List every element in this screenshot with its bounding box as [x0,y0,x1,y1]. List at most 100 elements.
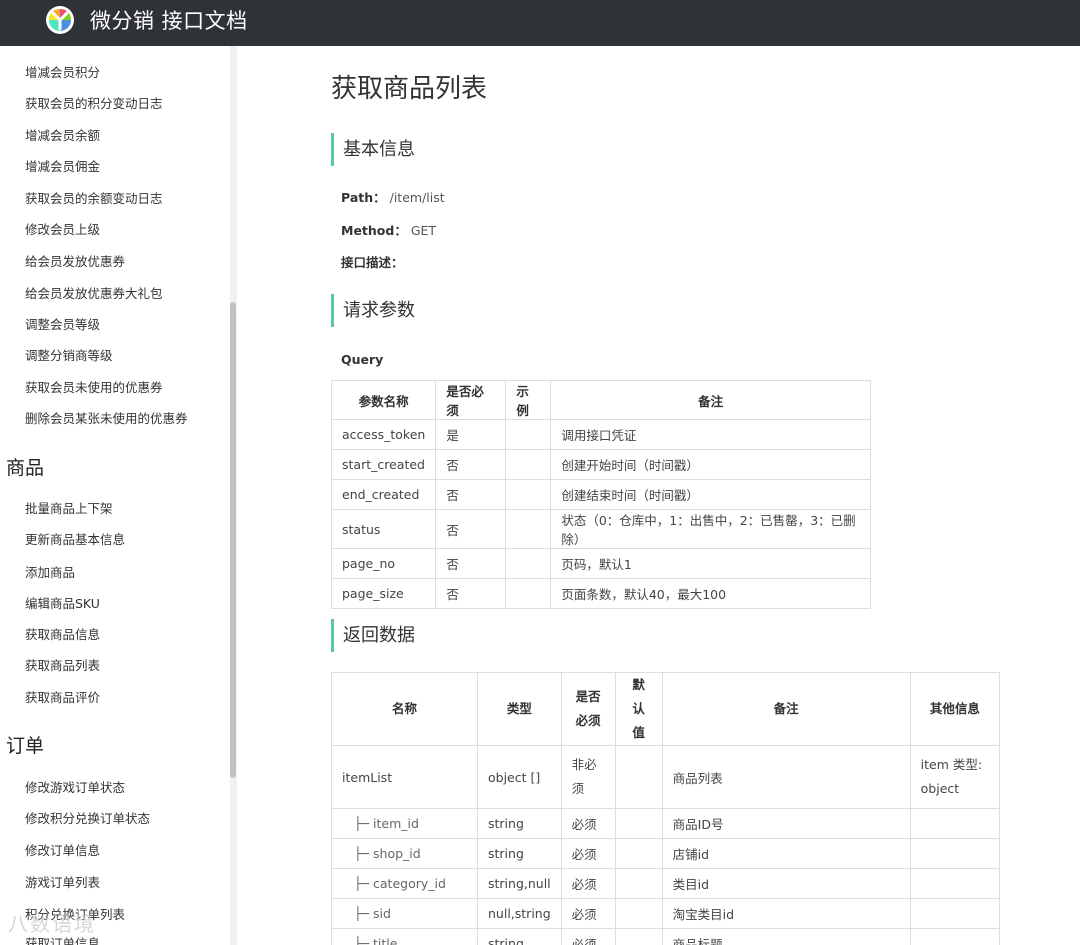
table-cell: 必须 [560,838,616,869]
table-cell: 非必须 [560,745,616,809]
sidebar-scrollbar-thumb[interactable] [230,302,236,778]
method-value: GET [410,223,437,238]
table-cell: 商品ID号 [661,808,911,839]
column-header: 类型 [477,672,562,746]
sidebar-item[interactable]: 修改会员上级 [25,222,100,238]
table-cell [909,808,1001,839]
table-cell [505,578,552,609]
column-header: 参数名称 [330,380,437,420]
sidebar-item[interactable]: 获取会员未使用的优惠券 [25,380,163,396]
table-cell [614,808,663,839]
table-cell: object [] [477,745,562,809]
sidebar-nav: 增减会员积分 获取会员的积分变动日志 增减会员余额 增减会员佣金 获取会员的余额… [0,46,237,945]
column-header: 默认值 [614,672,663,746]
sidebar-item[interactable]: 调整会员等级 [25,317,100,333]
column-header: 其他信息 [909,672,1001,746]
sidebar-item[interactable]: 增减会员积分 [25,65,100,81]
table-cell: 否 [435,449,507,480]
table-cell: 创建开始时间（时间戳） [550,449,871,480]
table-cell: 状态（0：仓库中，1：出售中，2：已售罄，3：已删除） [550,509,871,549]
table-cell: page_no [330,548,437,579]
table-cell: 淘宝类目id [661,898,911,929]
table-cell: 商品标题 [661,928,911,945]
table-row: start_created 否 创建开始时间（时间戳） [330,449,871,480]
table-cell [909,868,1001,899]
sidebar-item[interactable]: 删除会员某张未使用的优惠券 [25,411,188,427]
request-params-table: 参数名称 是否必须 示例 备注 access_token 是 调用接口凭证 st… [330,380,871,609]
table-cell: access_token [330,419,437,450]
table-row: itemList object [] 非必须 商品列表 item 类型: obj… [331,745,1001,809]
sidebar-item[interactable]: 添加商品 [25,565,75,581]
table-cell: 页码，默认1 [550,548,871,579]
section-heading-response: 返回数据 [331,619,415,652]
sidebar-item[interactable]: 更新商品基本信息 [25,532,125,548]
method-label: Method： [341,223,407,238]
table-row: ├─ shop_id string 必须 店铺id [331,838,1001,869]
sidebar-item[interactable]: 增减会员佣金 [25,159,100,175]
sidebar-item[interactable]: 给会员发放优惠券 [25,254,125,270]
table-cell: string [477,838,562,869]
table-cell: string [477,928,562,945]
table-cell: null,string [477,898,562,929]
sidebar-item[interactable]: 给会员发放优惠券大礼包 [25,286,163,302]
app-logo-icon [46,6,74,34]
table-cell: 必须 [560,898,616,929]
page-title: 获取商品列表 [331,74,488,104]
table-cell: ├─ category_id [331,868,478,899]
table-cell [505,449,552,480]
table-cell: itemList [331,745,478,809]
table-cell [505,419,552,450]
sidebar-item[interactable]: 获取订单信息 [25,936,100,945]
table-cell: 否 [435,548,507,579]
table-cell [505,548,552,579]
table-cell: 店铺id [661,838,911,869]
table-cell [505,509,552,549]
table-row: page_no 否 页码，默认1 [330,548,871,579]
table-cell: 否 [435,509,507,549]
query-label: Query [341,352,384,367]
column-header: 示例 [505,380,552,420]
table-cell [909,898,1001,929]
desc-line: 接口描述： [341,255,404,271]
sidebar-item[interactable]: 批量商品上下架 [25,501,113,517]
column-header: 备注 [550,380,871,420]
table-cell [614,928,663,945]
path-label: Path： [341,190,386,205]
sidebar-item[interactable]: 修改积分兑换订单状态 [25,811,150,827]
table-header-row: 参数名称 是否必须 示例 备注 [330,380,871,420]
watermark: 八数语境 [8,912,96,936]
section-heading-request: 请求参数 [331,294,415,327]
table-cell: ├─ item_id [331,808,478,839]
sidebar-item[interactable]: 获取会员的积分变动日志 [25,96,163,112]
sidebar-item[interactable]: 游戏订单列表 [25,875,100,891]
table-cell: status [330,509,437,549]
sidebar-item[interactable]: 获取会员的余额变动日志 [25,191,163,207]
sidebar-item[interactable]: 增减会员余额 [25,128,100,144]
main-content: 获取商品列表 基本信息 Path： /item/list Method： GET… [237,46,1080,945]
path-value: /item/list [389,190,445,205]
table-cell: end_created [330,479,437,510]
table-cell: 调用接口凭证 [550,419,871,450]
sidebar-item-active[interactable]: 获取商品列表 [25,658,100,674]
column-header: 是否必须 [435,380,507,420]
sidebar-item[interactable]: 获取商品信息 [25,627,100,643]
table-row: end_created 否 创建结束时间（时间戳） [330,479,871,510]
sidebar-item[interactable]: 修改游戏订单状态 [25,780,125,796]
sidebar-item[interactable]: 获取商品评价 [25,690,100,706]
table-cell: 页面条数，默认40，最大100 [550,578,871,609]
path-line: Path： /item/list [341,190,445,206]
section-heading-basic: 基本信息 [331,133,415,166]
table-cell [614,898,663,929]
desc-label: 接口描述： [341,255,404,270]
table-cell: ├─ title [331,928,478,945]
table-cell: 必须 [560,868,616,899]
sidebar-item[interactable]: 编辑商品SKU [25,596,100,612]
table-cell [614,868,663,899]
table-cell: page_size [330,578,437,609]
sidebar-item[interactable]: 修改订单信息 [25,843,100,859]
sidebar-item[interactable]: 调整分销商等级 [25,348,113,364]
table-cell [505,479,552,510]
table-cell: string [477,808,562,839]
table-row: ├─ item_id string 必须 商品ID号 [331,808,1001,839]
table-row: access_token 是 调用接口凭证 [330,419,871,450]
